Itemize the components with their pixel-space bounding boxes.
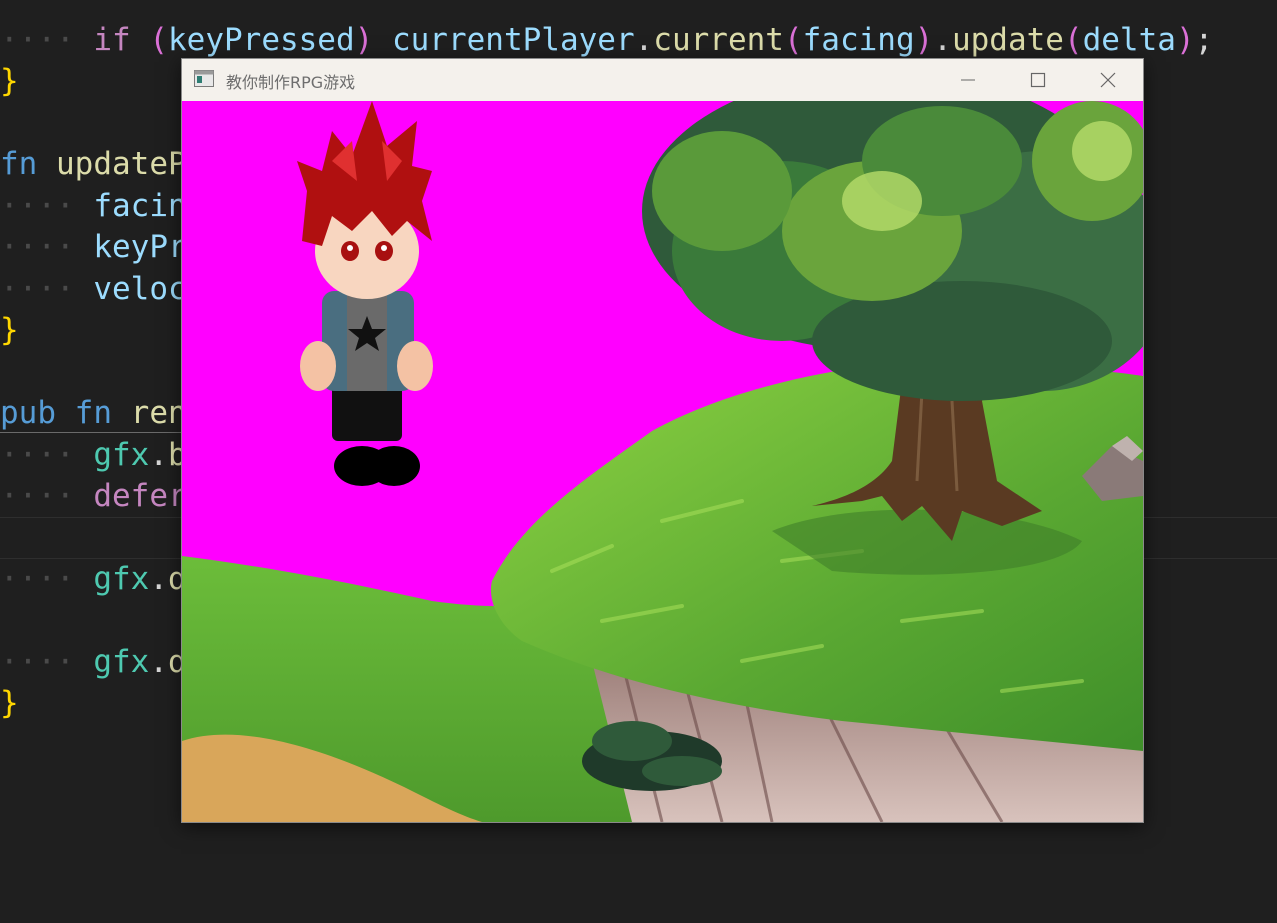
paren: ( bbox=[1063, 22, 1083, 58]
identifier: gfx bbox=[93, 561, 150, 597]
paren: ) bbox=[1175, 22, 1195, 58]
dot: . bbox=[149, 561, 168, 597]
indent-guide: ···· bbox=[0, 478, 75, 514]
method-name: current bbox=[653, 22, 784, 58]
identifier: delta bbox=[1082, 22, 1176, 58]
code-line-3: fn updatePl bbox=[0, 144, 205, 185]
minimize-icon bbox=[961, 79, 975, 81]
code-line-4: ···· facing bbox=[0, 186, 205, 227]
identifier: gfx bbox=[93, 644, 150, 680]
semicolon: ; bbox=[1194, 22, 1214, 58]
close-button[interactable] bbox=[1073, 59, 1143, 101]
indent-guide: ···· bbox=[0, 188, 75, 224]
dot: . bbox=[149, 644, 168, 680]
window-title: 教你制作RPG游戏 bbox=[226, 73, 356, 92]
indent-guide: ···· bbox=[0, 644, 75, 680]
minimize-button[interactable] bbox=[933, 59, 1003, 101]
keyword: pub bbox=[0, 395, 56, 431]
keyword: if bbox=[93, 22, 131, 58]
indent-guide: ···· bbox=[0, 437, 75, 473]
code-line-8: pub fn renc bbox=[0, 393, 205, 434]
indent-guide: ···· bbox=[0, 22, 75, 58]
identifier: gfx bbox=[93, 437, 150, 473]
title-bar[interactable]: 教你制作RPG游戏 bbox=[182, 59, 1143, 101]
identifier: currentPlayer bbox=[391, 22, 635, 58]
code-line-13: } bbox=[0, 685, 19, 721]
paren: ) bbox=[354, 22, 374, 58]
game-canvas[interactable] bbox=[182, 101, 1143, 822]
indent-guide: ···· bbox=[0, 271, 75, 307]
code-line-1: ···· if (keyPressed) currentPlayer.curre… bbox=[0, 20, 1213, 61]
dot: . bbox=[933, 22, 952, 58]
maximize-icon bbox=[1030, 72, 1046, 88]
dot: . bbox=[634, 22, 654, 58]
method-name: update bbox=[951, 22, 1064, 58]
identifier: facing bbox=[802, 22, 915, 58]
keyword: defer bbox=[93, 478, 187, 514]
code-line-2: } bbox=[0, 63, 19, 99]
dot: . bbox=[149, 437, 168, 473]
close-icon bbox=[1100, 72, 1116, 88]
maximize-button[interactable] bbox=[1003, 59, 1073, 101]
paren: ) bbox=[914, 22, 934, 58]
app-window-icon bbox=[194, 70, 214, 87]
identifier: keyPressed bbox=[168, 22, 355, 58]
paren: ( bbox=[149, 22, 168, 58]
code-line-7: } bbox=[0, 312, 19, 348]
game-window[interactable]: 教你制作RPG游戏 bbox=[181, 58, 1144, 823]
indent-guide: ···· bbox=[0, 561, 75, 597]
keyword: fn bbox=[74, 395, 112, 431]
indent-guide: ···· bbox=[0, 229, 75, 265]
paren: ( bbox=[783, 22, 803, 58]
keyword: fn bbox=[0, 146, 38, 182]
